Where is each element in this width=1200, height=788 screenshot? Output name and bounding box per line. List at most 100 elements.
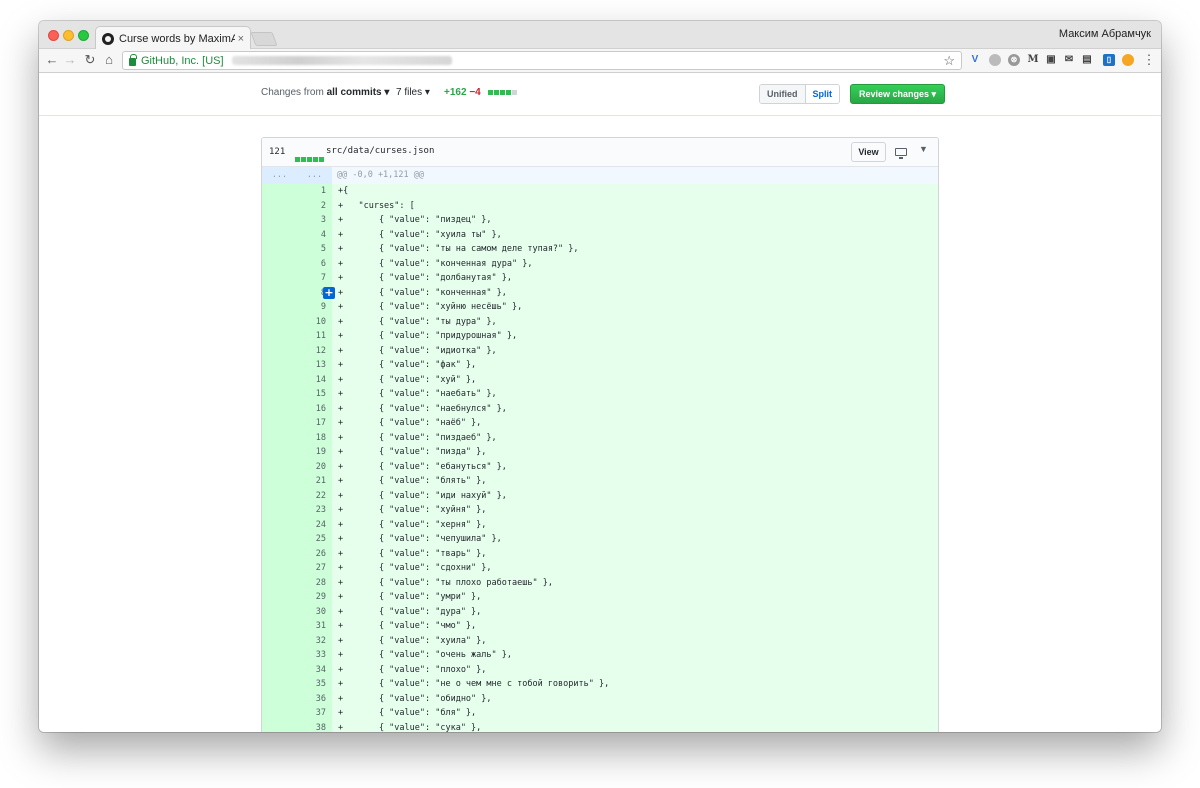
- old-line-number[interactable]: [262, 648, 297, 663]
- new-line-number[interactable]: 11: [297, 329, 332, 344]
- old-line-number[interactable]: [262, 517, 297, 532]
- add-comment-button[interactable]: +: [323, 286, 335, 299]
- new-line-number[interactable]: 24: [297, 517, 332, 532]
- new-line-number[interactable]: 32: [297, 633, 332, 648]
- new-line-number[interactable]: 25: [297, 532, 332, 547]
- new-line-number[interactable]: 17: [297, 416, 332, 431]
- new-line-number[interactable]: 4: [297, 227, 332, 242]
- old-line-number[interactable]: [262, 430, 297, 445]
- old-line-number[interactable]: [262, 372, 297, 387]
- old-line-number[interactable]: [262, 561, 297, 576]
- new-line-number[interactable]: 33: [297, 648, 332, 663]
- menu-icon[interactable]: ⋮: [1141, 52, 1157, 68]
- new-line-number[interactable]: 7: [297, 271, 332, 286]
- review-changes-button[interactable]: Review changes ▾: [850, 84, 946, 104]
- extension-circle-icon[interactable]: ⊗: [1008, 54, 1020, 66]
- unified-view-button[interactable]: Unified: [760, 85, 806, 103]
- old-line-number[interactable]: [262, 387, 297, 402]
- extension-m-icon[interactable]: M: [1027, 54, 1039, 66]
- old-line-number[interactable]: [262, 619, 297, 634]
- file-path[interactable]: src/data/curses.json: [326, 146, 434, 156]
- old-line-number[interactable]: [262, 184, 297, 199]
- profile-name[interactable]: Максим Абрамчук: [1059, 28, 1151, 40]
- old-line-number[interactable]: [262, 488, 297, 503]
- new-line-number[interactable]: 16: [297, 401, 332, 416]
- new-line-number[interactable]: 12: [297, 343, 332, 358]
- old-line-number[interactable]: [262, 706, 297, 721]
- new-line-number[interactable]: 3: [297, 213, 332, 228]
- new-line-number[interactable]: 36: [297, 691, 332, 706]
- new-line-number[interactable]: 30: [297, 604, 332, 619]
- mail-icon[interactable]: ✉: [1063, 54, 1075, 66]
- reload-icon[interactable]: ↻: [82, 52, 98, 68]
- old-line-number[interactable]: [262, 256, 297, 271]
- old-line-number[interactable]: [262, 416, 297, 431]
- new-line-number[interactable]: 14: [297, 372, 332, 387]
- forward-icon[interactable]: →: [62, 52, 78, 67]
- new-line-number[interactable]: 34: [297, 662, 332, 677]
- trello-icon[interactable]: ▯: [1103, 54, 1115, 66]
- new-line-number[interactable]: 10: [297, 314, 332, 329]
- new-line-number[interactable]: 37: [297, 706, 332, 721]
- star-icon[interactable]: ☆: [943, 53, 955, 69]
- back-icon[interactable]: ←: [44, 52, 60, 67]
- new-line-number[interactable]: 2: [297, 198, 332, 213]
- chevron-down-icon[interactable]: ▼: [919, 144, 928, 154]
- old-line-number[interactable]: [262, 300, 297, 315]
- tab-close-icon[interactable]: ×: [238, 33, 244, 45]
- new-line-number[interactable]: 20: [297, 459, 332, 474]
- old-line-number[interactable]: [262, 503, 297, 518]
- new-line-number[interactable]: 31: [297, 619, 332, 634]
- new-line-number[interactable]: 6: [297, 256, 332, 271]
- new-line-number[interactable]: 18: [297, 430, 332, 445]
- old-line-number[interactable]: [262, 691, 297, 706]
- split-view-button[interactable]: Split: [805, 85, 839, 103]
- new-line-number[interactable]: 22: [297, 488, 332, 503]
- maximize-window-button[interactable]: [78, 30, 89, 41]
- old-line-number[interactable]: [262, 604, 297, 619]
- new-line-number[interactable]: 29: [297, 590, 332, 605]
- old-line-number[interactable]: [262, 213, 297, 228]
- minimize-window-button[interactable]: [63, 30, 74, 41]
- new-line-number[interactable]: 23: [297, 503, 332, 518]
- old-line-number[interactable]: [262, 662, 297, 677]
- old-line-number[interactable]: [262, 590, 297, 605]
- new-line-number[interactable]: 21: [297, 474, 332, 489]
- old-line-number[interactable]: [262, 532, 297, 547]
- display-rich-diff-icon[interactable]: [895, 148, 907, 159]
- old-line-number[interactable]: [262, 677, 297, 692]
- new-line-number[interactable]: 26: [297, 546, 332, 561]
- old-line-number[interactable]: [262, 633, 297, 648]
- extension-grey-icon[interactable]: [989, 54, 1001, 66]
- new-line-number[interactable]: 9: [297, 300, 332, 315]
- old-line-number[interactable]: [262, 445, 297, 460]
- browser-tab[interactable]: Curse words by MaximAbramc ×: [95, 26, 251, 50]
- old-line-number[interactable]: [262, 242, 297, 257]
- new-line-number[interactable]: 28: [297, 575, 332, 590]
- old-line-number[interactable]: [262, 198, 297, 213]
- new-line-number[interactable]: 27: [297, 561, 332, 576]
- expand-up-button[interactable]: ...: [262, 167, 297, 184]
- new-line-number[interactable]: 1: [297, 184, 332, 199]
- address-bar[interactable]: GitHub, Inc. [US] ☆: [122, 51, 962, 70]
- view-file-button[interactable]: View: [851, 142, 886, 162]
- new-line-number[interactable]: 13: [297, 358, 332, 373]
- new-line-number[interactable]: 19: [297, 445, 332, 460]
- old-line-number[interactable]: [262, 459, 297, 474]
- changes-from-dropdown[interactable]: Changes from all commits ▾: [261, 87, 389, 98]
- files-dropdown[interactable]: 7 files ▾: [396, 87, 430, 98]
- old-line-number[interactable]: [262, 358, 297, 373]
- new-line-number[interactable]: 5: [297, 242, 332, 257]
- old-line-number[interactable]: [262, 314, 297, 329]
- old-line-number[interactable]: [262, 227, 297, 242]
- extension-orange-icon[interactable]: [1122, 54, 1134, 66]
- extension-v-icon[interactable]: V: [969, 54, 981, 66]
- new-line-number[interactable]: 15: [297, 387, 332, 402]
- old-line-number[interactable]: [262, 285, 297, 300]
- old-line-number[interactable]: [262, 575, 297, 590]
- old-line-number[interactable]: [262, 329, 297, 344]
- expand-down-button[interactable]: ...: [297, 167, 332, 184]
- old-line-number[interactable]: [262, 546, 297, 561]
- camera-icon[interactable]: ▣: [1045, 54, 1057, 66]
- old-line-number[interactable]: [262, 720, 297, 732]
